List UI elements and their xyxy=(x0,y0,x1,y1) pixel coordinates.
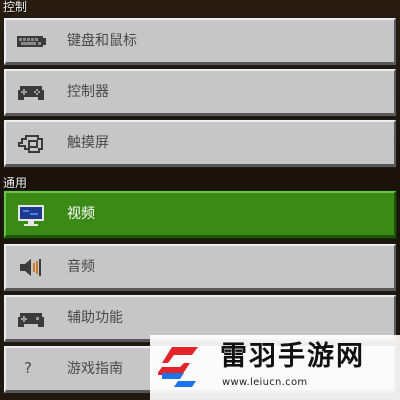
question-mark-icon: ? xyxy=(24,359,32,377)
menu-item-label: 辅助功能 xyxy=(67,310,123,326)
menu-item-label: 触摸屏 xyxy=(67,135,109,151)
menu-item-video[interactable]: 视频 xyxy=(3,190,397,239)
speaker-icon xyxy=(16,253,46,281)
leiyu-logo xyxy=(156,343,206,391)
menu-item-label: 音频 xyxy=(67,259,95,275)
keyboard-icon xyxy=(16,27,46,55)
section-label-control: 控制 xyxy=(3,0,28,14)
watermark: 雷羽手游网 www.leiucn.com xyxy=(150,335,400,400)
touch-hand-icon xyxy=(16,129,46,157)
menu-item-controller[interactable]: 控制器 xyxy=(3,68,397,117)
menu-item-keyboard-mouse[interactable]: 键盘和鼠标 xyxy=(3,17,397,66)
menu-item-label: 游戏指南 xyxy=(67,361,123,377)
menu-item-label: 控制器 xyxy=(67,84,109,100)
menu-item-touchscreen[interactable]: 触摸屏 xyxy=(3,119,397,168)
watermark-title: 雷羽手游网 xyxy=(220,341,365,372)
section-label-general: 通用 xyxy=(3,176,28,190)
menu-item-label: 视频 xyxy=(67,206,95,222)
accessibility-controller-icon xyxy=(16,304,46,332)
gamepad-icon xyxy=(16,78,46,106)
watermark-url: www.leiucn.com xyxy=(222,377,308,388)
menu-item-audio[interactable]: 音频 xyxy=(3,243,397,292)
menu-item-label: 键盘和鼠标 xyxy=(67,33,137,49)
monitor-icon xyxy=(16,200,46,228)
